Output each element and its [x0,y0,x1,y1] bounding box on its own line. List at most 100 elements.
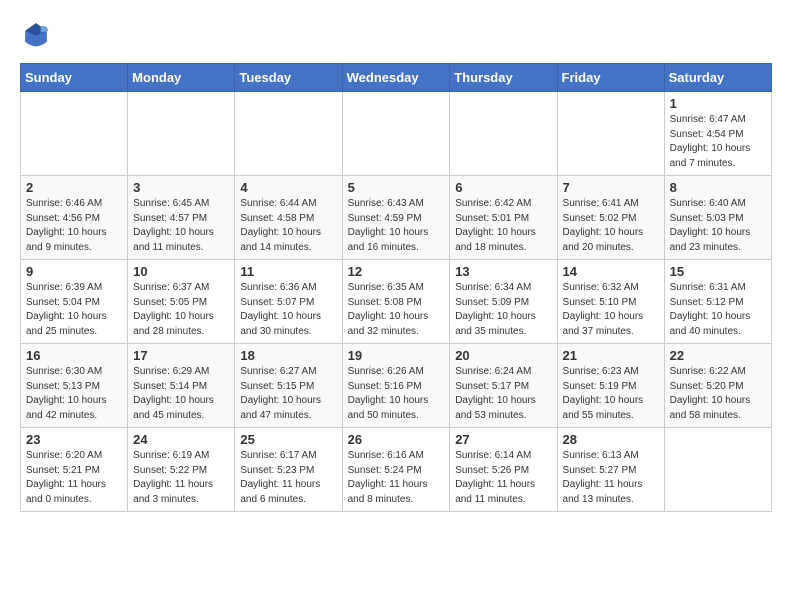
calendar-cell: 18Sunrise: 6:27 AM Sunset: 5:15 PM Dayli… [235,344,342,428]
calendar-week-row: 23 Sunrise: 6:20 AM Sunset: 5:21 PM Dayli… [21,428,772,512]
day-info: Sunrise: 6:39 AM Sunset: 5:04 PM Dayligh… [26,281,122,339]
day-info: Sunrise: 6:14 AM Sunset: 5:26 PM Dayligh… [455,449,551,507]
calendar-cell: 9 Sunrise: 6:39 AM Sunset: 5:04 PM Daylig… [21,260,128,344]
calendar-cell [128,92,235,176]
calendar-cell: 5 Sunrise: 6:43 AM Sunset: 4:59 PM Daylig… [342,176,450,260]
logo [20,20,50,53]
day-number: 28 [563,432,659,447]
day-info: Sunrise: 6:36 AM Sunset: 5:07 PM Dayligh… [240,281,336,339]
day-info: Sunrise: 6:34 AM Sunset: 5:09 PM Dayligh… [455,281,551,339]
day-info: Sunrise: 6:13 AM Sunset: 5:27 PM Dayligh… [563,449,659,507]
calendar-cell: 27 Sunrise: 6:14 AM Sunset: 5:26 PM Dayli… [450,428,557,512]
calendar-week-row: 16Sunrise: 6:30 AM Sunset: 5:13 PM Dayli… [21,344,772,428]
calendar-body: 1 Sunrise: 6:47 AM Sunset: 4:54 PM Daylig… [21,92,772,512]
calendar-cell: 21 Sunrise: 6:23 AM Sunset: 5:19 PM Dayli… [557,344,664,428]
day-of-week-header: Monday [128,64,235,92]
day-number: 22 [670,348,766,363]
calendar-cell: 1 Sunrise: 6:47 AM Sunset: 4:54 PM Daylig… [664,92,771,176]
day-number: 18 [240,348,336,363]
day-number: 12 [348,264,445,279]
calendar-week-row: 9 Sunrise: 6:39 AM Sunset: 5:04 PM Daylig… [21,260,772,344]
day-info: Sunrise: 6:20 AM Sunset: 5:21 PM Dayligh… [26,449,122,507]
calendar-cell [21,92,128,176]
day-info: Sunrise: 6:44 AM Sunset: 4:58 PM Dayligh… [240,197,336,255]
day-number: 9 [26,264,122,279]
day-number: 23 [26,432,122,447]
day-of-week-header: Saturday [664,64,771,92]
page-header [20,20,772,53]
calendar-cell: 26Sunrise: 6:16 AM Sunset: 5:24 PM Dayli… [342,428,450,512]
calendar-cell: 10Sunrise: 6:37 AM Sunset: 5:05 PM Dayli… [128,260,235,344]
calendar-cell [450,92,557,176]
day-info: Sunrise: 6:26 AM Sunset: 5:16 PM Dayligh… [348,365,445,423]
day-info: Sunrise: 6:29 AM Sunset: 5:14 PM Dayligh… [133,365,229,423]
day-info: Sunrise: 6:40 AM Sunset: 5:03 PM Dayligh… [670,197,766,255]
day-number: 5 [348,180,445,195]
calendar-cell: 20 Sunrise: 6:24 AM Sunset: 5:17 PM Dayli… [450,344,557,428]
day-number: 24 [133,432,229,447]
day-info: Sunrise: 6:31 AM Sunset: 5:12 PM Dayligh… [670,281,766,339]
calendar-cell: 22Sunrise: 6:22 AM Sunset: 5:20 PM Dayli… [664,344,771,428]
day-number: 15 [670,264,766,279]
calendar-table: SundayMondayTuesdayWednesdayThursdayFrid… [20,63,772,512]
calendar-cell: 6 Sunrise: 6:42 AM Sunset: 5:01 PM Daylig… [450,176,557,260]
day-of-week-header: Tuesday [235,64,342,92]
day-number: 8 [670,180,766,195]
calendar-cell: 11 Sunrise: 6:36 AM Sunset: 5:07 PM Dayli… [235,260,342,344]
day-info: Sunrise: 6:17 AM Sunset: 5:23 PM Dayligh… [240,449,336,507]
day-of-week-header: Thursday [450,64,557,92]
day-info: Sunrise: 6:35 AM Sunset: 5:08 PM Dayligh… [348,281,445,339]
calendar-cell: 24 Sunrise: 6:19 AM Sunset: 5:22 PM Dayli… [128,428,235,512]
day-of-week-header: Wednesday [342,64,450,92]
day-number: 14 [563,264,659,279]
calendar-cell: 19 Sunrise: 6:26 AM Sunset: 5:16 PM Dayli… [342,344,450,428]
calendar-week-row: 1 Sunrise: 6:47 AM Sunset: 4:54 PM Daylig… [21,92,772,176]
day-info: Sunrise: 6:23 AM Sunset: 5:19 PM Dayligh… [563,365,659,423]
day-number: 20 [455,348,551,363]
calendar-cell: 15 Sunrise: 6:31 AM Sunset: 5:12 PM Dayli… [664,260,771,344]
day-number: 6 [455,180,551,195]
day-info: Sunrise: 6:37 AM Sunset: 5:05 PM Dayligh… [133,281,229,339]
day-info: Sunrise: 6:43 AM Sunset: 4:59 PM Dayligh… [348,197,445,255]
day-number: 13 [455,264,551,279]
calendar-header-row: SundayMondayTuesdayWednesdayThursdayFrid… [21,64,772,92]
calendar-week-row: 2 Sunrise: 6:46 AM Sunset: 4:56 PM Daylig… [21,176,772,260]
calendar-cell: 16Sunrise: 6:30 AM Sunset: 5:13 PM Dayli… [21,344,128,428]
day-number: 17 [133,348,229,363]
day-number: 4 [240,180,336,195]
calendar-cell: 14Sunrise: 6:32 AM Sunset: 5:10 PM Dayli… [557,260,664,344]
day-number: 7 [563,180,659,195]
calendar-cell [557,92,664,176]
day-info: Sunrise: 6:45 AM Sunset: 4:57 PM Dayligh… [133,197,229,255]
calendar-cell: 2 Sunrise: 6:46 AM Sunset: 4:56 PM Daylig… [21,176,128,260]
day-info: Sunrise: 6:41 AM Sunset: 5:02 PM Dayligh… [563,197,659,255]
day-info: Sunrise: 6:42 AM Sunset: 5:01 PM Dayligh… [455,197,551,255]
day-number: 26 [348,432,445,447]
logo-icon [22,20,50,48]
day-number: 2 [26,180,122,195]
calendar-cell [342,92,450,176]
day-number: 21 [563,348,659,363]
calendar-cell: 25 Sunrise: 6:17 AM Sunset: 5:23 PM Dayli… [235,428,342,512]
day-info: Sunrise: 6:19 AM Sunset: 5:22 PM Dayligh… [133,449,229,507]
day-number: 27 [455,432,551,447]
day-number: 19 [348,348,445,363]
day-info: Sunrise: 6:46 AM Sunset: 4:56 PM Dayligh… [26,197,122,255]
calendar-cell [664,428,771,512]
day-number: 3 [133,180,229,195]
calendar-cell: 7 Sunrise: 6:41 AM Sunset: 5:02 PM Daylig… [557,176,664,260]
calendar-cell: 23 Sunrise: 6:20 AM Sunset: 5:21 PM Dayli… [21,428,128,512]
day-number: 11 [240,264,336,279]
calendar-cell: 28 Sunrise: 6:13 AM Sunset: 5:27 PM Dayli… [557,428,664,512]
day-number: 25 [240,432,336,447]
calendar-cell: 8 Sunrise: 6:40 AM Sunset: 5:03 PM Daylig… [664,176,771,260]
day-of-week-header: Sunday [21,64,128,92]
day-number: 1 [670,96,766,111]
day-info: Sunrise: 6:24 AM Sunset: 5:17 PM Dayligh… [455,365,551,423]
day-info: Sunrise: 6:47 AM Sunset: 4:54 PM Dayligh… [670,113,766,171]
calendar-cell: 3 Sunrise: 6:45 AM Sunset: 4:57 PM Daylig… [128,176,235,260]
calendar-cell: 13 Sunrise: 6:34 AM Sunset: 5:09 PM Dayli… [450,260,557,344]
calendar-cell [235,92,342,176]
day-number: 16 [26,348,122,363]
day-of-week-header: Friday [557,64,664,92]
